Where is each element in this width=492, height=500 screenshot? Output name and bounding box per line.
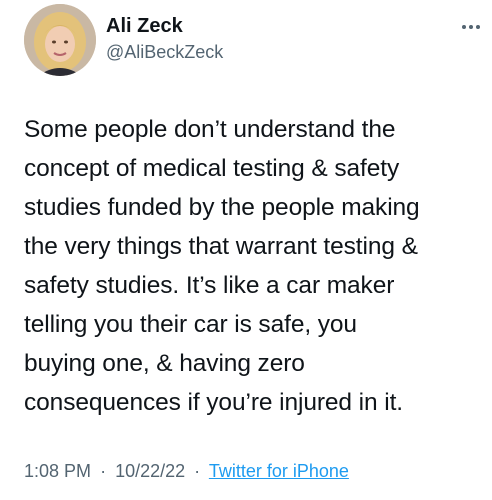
ellipsis-icon[interactable] xyxy=(460,22,482,32)
tweet-header: Ali Zeck @AliBeckZeck xyxy=(24,4,484,80)
author-handle[interactable]: @AliBeckZeck xyxy=(106,40,223,64)
tweet: Ali Zeck @AliBeckZeck Some people don’t … xyxy=(0,0,492,500)
tweet-date[interactable]: 10/22/22 xyxy=(115,461,185,481)
tweet-text: Some people don’t understand the concept… xyxy=(24,116,420,416)
profile-photo-icon xyxy=(24,4,96,76)
tweet-meta: 1:08 PM · 10/22/22 · Twitter for iPhone xyxy=(24,458,349,484)
tweet-source-link[interactable]: Twitter for iPhone xyxy=(209,461,349,481)
author-display-name[interactable]: Ali Zeck xyxy=(106,14,223,38)
avatar[interactable] xyxy=(24,4,96,76)
meta-separator: · xyxy=(194,461,201,481)
tweet-time[interactable]: 1:08 PM xyxy=(24,461,91,481)
meta-separator: · xyxy=(100,461,107,481)
author-names: Ali Zeck @AliBeckZeck xyxy=(106,14,223,64)
